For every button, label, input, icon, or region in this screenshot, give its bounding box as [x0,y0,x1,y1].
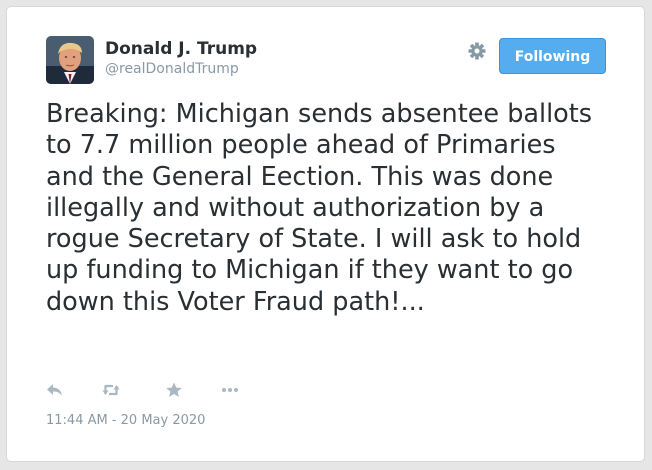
gear-icon[interactable] [467,41,487,61]
tweet-card: Donald J. Trump @realDonaldTrump Followi… [6,6,645,462]
reply-icon[interactable] [45,381,65,399]
author-display-name[interactable]: Donald J. Trump [105,39,257,59]
author-handle[interactable]: @realDonaldTrump [105,61,239,77]
more-icon[interactable] [220,381,240,399]
tweet-timestamp[interactable]: 11:44 AM - 20 May 2020 [46,413,205,428]
retweet-icon[interactable] [101,381,121,399]
avatar[interactable] [46,36,94,84]
star-icon[interactable] [164,381,184,399]
following-button[interactable]: Following [499,38,606,74]
tweet-text: Breaking: Michigan sends absentee ballot… [46,99,593,317]
avatar-image [46,36,94,84]
